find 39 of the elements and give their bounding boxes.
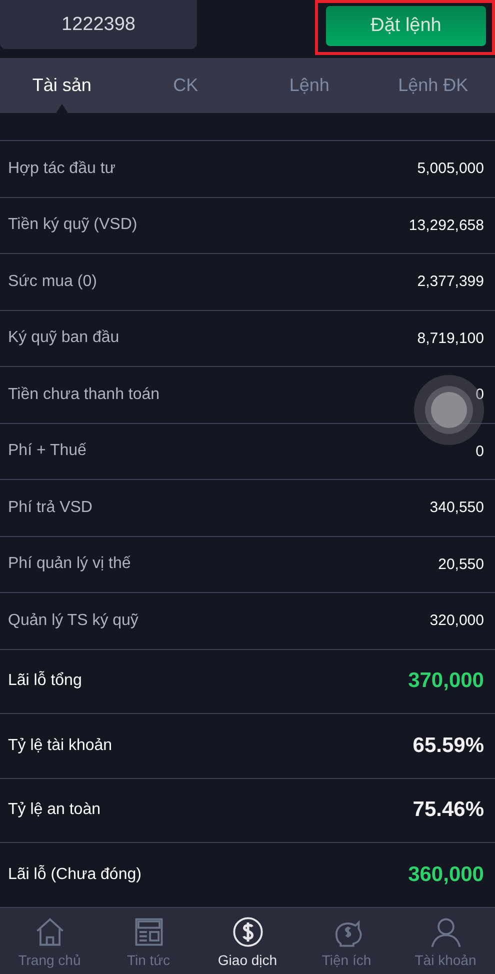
row-value: 13,292,658 xyxy=(408,216,484,234)
row-value: 0 xyxy=(476,386,484,404)
row-value: 20,550 xyxy=(438,556,484,573)
row-label: Tỷ lệ tài khoản xyxy=(8,736,112,755)
row-value: 5,005,000 xyxy=(417,160,484,178)
row-value: 360,000 xyxy=(408,862,484,887)
row-label: Phí trả VSD xyxy=(8,498,92,517)
row-label: Phí + Thuế xyxy=(8,442,86,460)
row-value: 75.46% xyxy=(412,798,484,822)
row-value: 340,550 xyxy=(430,499,484,516)
row-value: 8,719,100 xyxy=(417,330,484,347)
nav-item[interactable]: Giao dịch xyxy=(198,908,297,974)
row-label: Hợp tác đầu tư xyxy=(8,160,116,178)
row-value: 2,377,399 xyxy=(417,273,484,290)
row-value: 320,000 xyxy=(430,612,484,630)
account-field[interactable]: 1222398 xyxy=(0,0,197,49)
tab[interactable]: Tài sản xyxy=(0,58,124,113)
nav-item[interactable]: Tin tức xyxy=(99,908,198,974)
row-label: Ký quỹ ban đầu xyxy=(8,329,120,348)
row-label: Lãi lỗ tổng xyxy=(8,672,82,690)
order-button[interactable]: Đặt lệnh xyxy=(326,6,486,46)
row-label: Tiền chưa thanh toán xyxy=(8,386,160,404)
row-value: 370,000 xyxy=(408,669,484,694)
tab[interactable]: CK xyxy=(124,58,248,113)
tab-pointer-icon xyxy=(56,104,68,113)
row-label: Lãi lỗ (Chưa đóng) xyxy=(8,866,142,884)
nav-item[interactable]: Tài khoản xyxy=(396,908,495,974)
row-label: Phí quản lý vị thế xyxy=(8,555,131,574)
nav-item[interactable]: Tiện ích xyxy=(297,908,396,974)
dollar-icon xyxy=(230,915,264,949)
row-label: Quản lý TS ký quỹ xyxy=(8,612,138,630)
row-label: Sức mua (0) xyxy=(8,272,97,291)
nav-item[interactable]: Trang chủ xyxy=(0,908,99,974)
tab[interactable]: Lệnh ĐK xyxy=(371,58,495,113)
row-value: 0 xyxy=(476,442,484,460)
row-label: Tiền ký quỹ (VSD) xyxy=(8,216,138,234)
row-value: 65.59% xyxy=(412,734,484,758)
tab[interactable]: Lệnh xyxy=(248,58,372,113)
row-label: Tỷ lệ an toàn xyxy=(8,801,100,820)
